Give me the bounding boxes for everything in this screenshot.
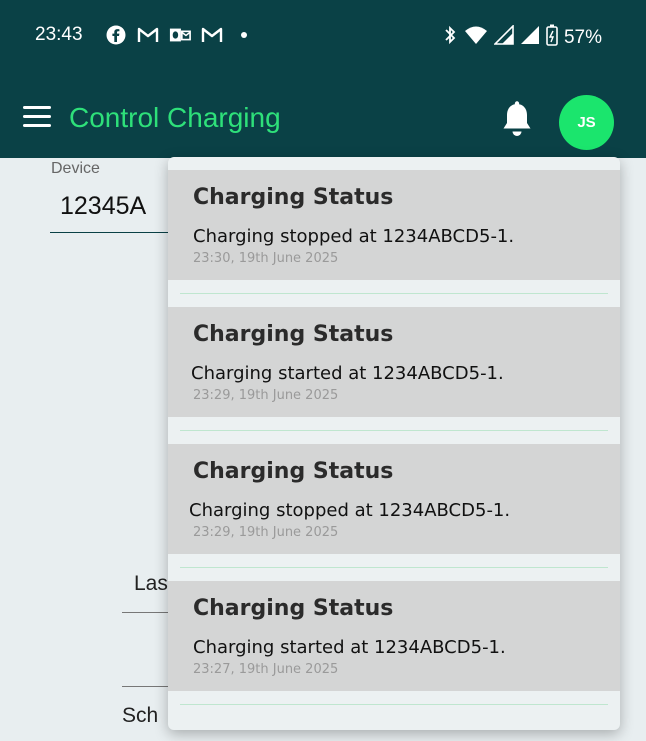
bluetooth-icon	[442, 25, 458, 51]
signal-icon	[520, 25, 540, 51]
last-field-label: Las	[134, 572, 168, 595]
notification-title: Charging Status	[193, 185, 394, 210]
battery-percent: 57%	[563, 27, 602, 48]
notification-time: 23:29, 19th June 2025	[193, 388, 339, 403]
app-bar: Control Charging JS	[0, 72, 646, 158]
notification-message: Charging started at 1234ABCD5-1.	[193, 637, 506, 658]
menu-icon[interactable]	[23, 106, 53, 130]
page-title: Control Charging	[69, 102, 281, 133]
notification-icons	[105, 24, 255, 46]
divider	[180, 567, 608, 568]
bell-icon[interactable]	[499, 100, 535, 140]
device-label: Device	[51, 160, 100, 177]
divider	[180, 430, 608, 431]
notification-item[interactable]: Charging Status Charging started at 1234…	[168, 581, 620, 691]
divider	[180, 704, 608, 705]
notifications-dropdown: Charging Status Charging stopped at 1234…	[168, 157, 620, 730]
avatar[interactable]: JS	[559, 95, 614, 150]
gmail-icon	[137, 24, 159, 46]
divider	[180, 293, 608, 294]
notification-message: Charging stopped at 1234ABCD5-1.	[193, 226, 515, 247]
gmail-icon	[201, 24, 223, 46]
status-bar: 23:43 57%	[0, 0, 646, 72]
notification-time: 23:29, 19th June 2025	[193, 525, 339, 540]
notification-item[interactable]: Charging Status Charging stopped at 1234…	[168, 170, 620, 280]
dot-icon	[233, 24, 255, 46]
notification-title: Charging Status	[193, 596, 394, 621]
notification-title: Charging Status	[193, 459, 394, 484]
notification-item[interactable]: Charging Status Charging stopped at 1234…	[168, 444, 620, 554]
status-time: 23:43	[35, 24, 83, 45]
notification-time: 23:27, 19th June 2025	[193, 662, 339, 677]
notification-message: Charging stopped at 1234ABCD5-1.	[189, 500, 511, 521]
notification-time: 23:30, 19th June 2025	[193, 251, 339, 266]
device-field[interactable]: 12345A	[60, 192, 146, 221]
facebook-icon	[105, 24, 127, 46]
notification-item[interactable]: Charging Status Charging started at 1234…	[168, 307, 620, 417]
notification-title: Charging Status	[193, 322, 394, 347]
wifi-icon	[464, 25, 488, 51]
signal-icon	[493, 24, 514, 51]
schedule-field-label: Sch	[122, 704, 159, 727]
battery-icon	[546, 24, 558, 52]
notification-message: Charging started at 1234ABCD5-1.	[191, 363, 504, 384]
outlook-icon	[169, 24, 191, 46]
system-indicators: 57%	[442, 24, 602, 52]
